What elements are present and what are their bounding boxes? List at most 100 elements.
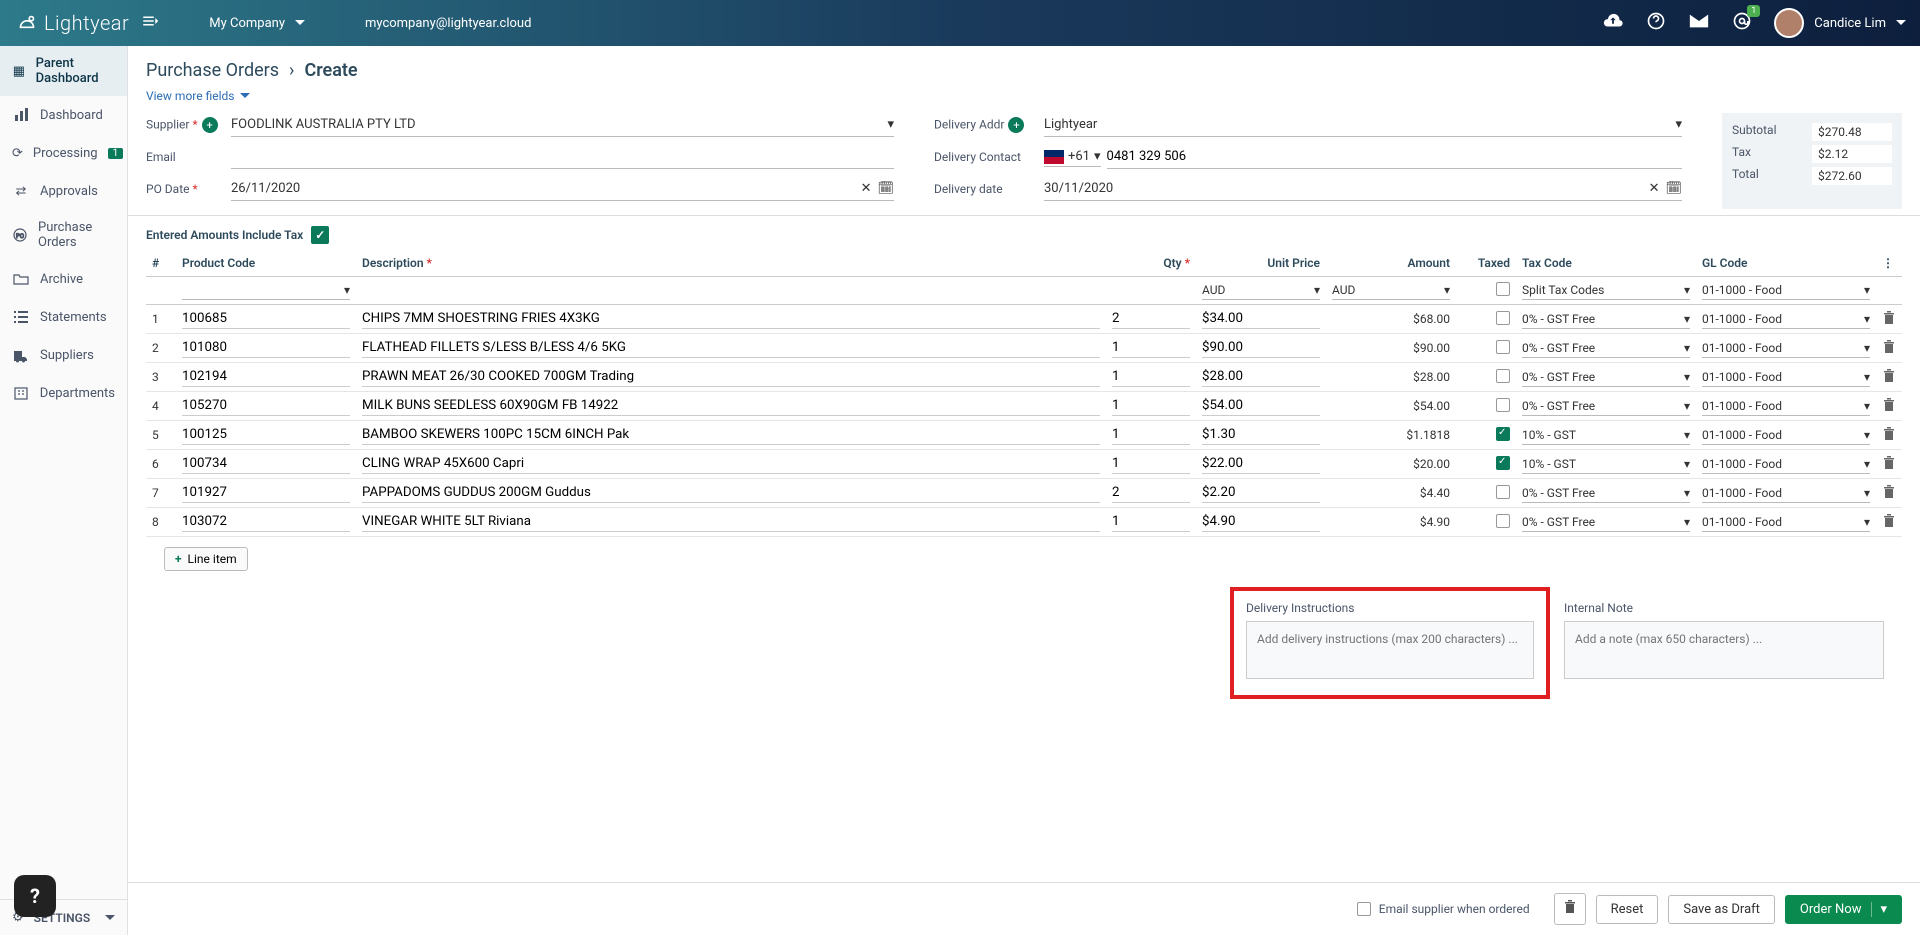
description-input[interactable]: [362, 338, 1100, 358]
product-code-input[interactable]: [182, 396, 350, 416]
taxcode-select[interactable]: 0% - GST Free▾: [1522, 368, 1690, 387]
col-menu[interactable]: ⋮: [1876, 250, 1902, 277]
glcode-select[interactable]: 01-1000 - Food▾: [1702, 310, 1870, 329]
upload-icon[interactable]: [1602, 10, 1624, 36]
calendar-icon[interactable]: 🗓: [877, 181, 894, 196]
glcode-select[interactable]: 01-1000 - Food▾: [1702, 455, 1870, 474]
product-code-input[interactable]: [182, 309, 350, 329]
filter-taxcode[interactable]: Split Tax Codes▾: [1522, 281, 1690, 300]
description-input[interactable]: [362, 483, 1100, 503]
taxed-checkbox[interactable]: [1496, 340, 1510, 354]
unit-price-input[interactable]: [1202, 454, 1320, 474]
taxed-checkbox[interactable]: [1496, 369, 1510, 383]
delete-row-button[interactable]: [1876, 421, 1902, 450]
product-code-input[interactable]: [182, 454, 350, 474]
taxed-checkbox[interactable]: [1496, 427, 1510, 441]
delete-row-button[interactable]: [1876, 479, 1902, 508]
delivery-addr-select[interactable]: Lightyear▾: [1044, 113, 1682, 137]
po-date-input[interactable]: 26/11/2020✕🗓: [231, 177, 894, 201]
product-code-input[interactable]: [182, 338, 350, 358]
order-now-button[interactable]: Order Now▾: [1785, 895, 1902, 924]
sidebar-item-approvals[interactable]: ⇄Approvals: [0, 172, 127, 210]
description-input[interactable]: [362, 454, 1100, 474]
unit-price-input[interactable]: [1202, 425, 1320, 445]
glcode-select[interactable]: 01-1000 - Food▾: [1702, 397, 1870, 416]
taxed-checkbox[interactable]: [1496, 311, 1510, 325]
glcode-select[interactable]: 01-1000 - Food▾: [1702, 513, 1870, 532]
taxcode-select[interactable]: 10% - GST▾: [1522, 455, 1690, 474]
taxed-checkbox[interactable]: [1496, 485, 1510, 499]
filter-code[interactable]: ▾: [182, 281, 350, 300]
sidebar-item-suppliers[interactable]: Suppliers: [0, 336, 127, 374]
delete-row-button[interactable]: [1876, 334, 1902, 363]
sidebar-item-parent-dashboard[interactable]: ▦Parent Dashboard: [0, 46, 127, 96]
product-code-input[interactable]: [182, 367, 350, 387]
unit-price-input[interactable]: [1202, 367, 1320, 387]
help-icon[interactable]: [1646, 11, 1666, 35]
taxcode-select[interactable]: 0% - GST Free▾: [1522, 310, 1690, 329]
filter-gl[interactable]: 01-1000 - Food▾: [1702, 281, 1870, 300]
taxcode-select[interactable]: 0% - GST Free▾: [1522, 339, 1690, 358]
add-line-button[interactable]: +Line item: [164, 547, 248, 571]
qty-input[interactable]: [1112, 309, 1190, 329]
qty-input[interactable]: [1112, 483, 1190, 503]
sidebar-item-dashboard[interactable]: Dashboard: [0, 96, 127, 134]
qty-input[interactable]: [1112, 367, 1190, 387]
delete-button[interactable]: [1554, 893, 1586, 925]
company-selector[interactable]: My Company: [209, 16, 305, 31]
taxcode-select[interactable]: 0% - GST Free▾: [1522, 397, 1690, 416]
product-code-input[interactable]: [182, 425, 350, 445]
delete-row-button[interactable]: [1876, 363, 1902, 392]
product-code-input[interactable]: [182, 483, 350, 503]
sidebar-item-processing[interactable]: ⟳Processing1: [0, 134, 127, 172]
product-code-input[interactable]: [182, 512, 350, 532]
filter-unit-currency[interactable]: AUD▾: [1202, 281, 1320, 300]
unit-price-input[interactable]: [1202, 338, 1320, 358]
taxed-checkbox[interactable]: [1496, 514, 1510, 528]
calendar-icon[interactable]: 🗓: [1665, 181, 1682, 196]
phone-input[interactable]: [1107, 145, 1682, 169]
description-input[interactable]: [362, 512, 1100, 532]
qty-input[interactable]: [1112, 338, 1190, 358]
delete-row-button[interactable]: [1876, 508, 1902, 537]
email-supplier-toggle[interactable]: Email supplier when ordered: [1357, 902, 1530, 916]
qty-input[interactable]: [1112, 425, 1190, 445]
sidebar-item-statements[interactable]: Statements: [0, 298, 127, 336]
sidebar-item-departments[interactable]: Departments: [0, 374, 127, 412]
sidebar-item-purchase-orders[interactable]: POPurchase Orders: [0, 210, 127, 260]
user-menu[interactable]: Candice Lim: [1774, 8, 1906, 38]
delete-row-button[interactable]: [1876, 392, 1902, 421]
taxcode-select[interactable]: 0% - GST Free▾: [1522, 484, 1690, 503]
breadcrumb-root[interactable]: Purchase Orders: [146, 60, 279, 81]
qty-input[interactable]: [1112, 396, 1190, 416]
email-input[interactable]: [231, 145, 894, 169]
taxcode-select[interactable]: 0% - GST Free▾: [1522, 513, 1690, 532]
tax-include-toggle[interactable]: Entered Amounts Include Tax ✓: [128, 216, 1920, 250]
glcode-select[interactable]: 01-1000 - Food▾: [1702, 339, 1870, 358]
taxed-checkbox[interactable]: [1496, 456, 1510, 470]
delete-row-button[interactable]: [1876, 450, 1902, 479]
add-supplier-button[interactable]: +: [202, 117, 218, 133]
clear-icon[interactable]: ✕: [861, 181, 872, 196]
description-input[interactable]: [362, 425, 1100, 445]
unit-price-input[interactable]: [1202, 396, 1320, 416]
taxed-checkbox[interactable]: [1496, 398, 1510, 412]
collapse-menu-icon[interactable]: [141, 12, 159, 34]
add-address-button[interactable]: +: [1008, 117, 1024, 133]
sidebar-item-archive[interactable]: Archive: [0, 260, 127, 298]
save-draft-button[interactable]: Save as Draft: [1668, 895, 1775, 924]
filter-amount-currency[interactable]: AUD▾: [1332, 281, 1450, 300]
view-more-fields[interactable]: View more fields: [128, 89, 1920, 113]
supplier-select[interactable]: FOODLINK AUSTRALIA PTY LTD▾: [231, 113, 894, 137]
description-input[interactable]: [362, 396, 1100, 416]
unit-price-input[interactable]: [1202, 512, 1320, 532]
qty-input[interactable]: [1112, 454, 1190, 474]
qty-input[interactable]: [1112, 512, 1190, 532]
at-icon[interactable]: 1: [1732, 11, 1752, 35]
clear-icon[interactable]: ✕: [1649, 181, 1660, 196]
help-fab[interactable]: ?: [14, 875, 56, 917]
reset-button[interactable]: Reset: [1596, 895, 1659, 924]
country-code-select[interactable]: +61 ▾: [1044, 147, 1101, 167]
description-input[interactable]: [362, 309, 1100, 329]
delivery-date-input[interactable]: 30/11/2020✕🗓: [1044, 177, 1682, 201]
